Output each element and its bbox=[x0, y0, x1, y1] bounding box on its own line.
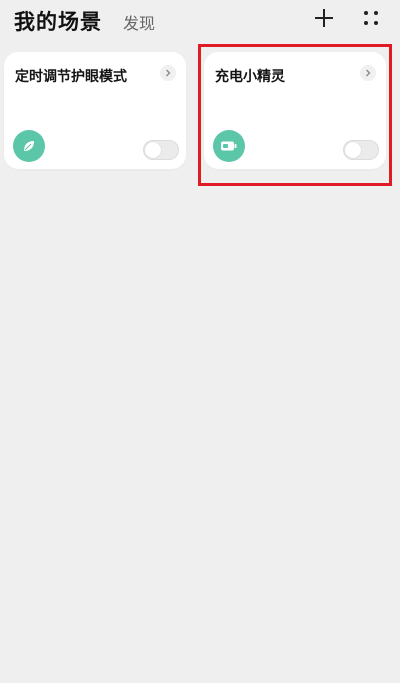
highlight-box bbox=[198, 44, 392, 186]
toggle-knob bbox=[145, 142, 161, 158]
top-bar: 我的场景 发现 bbox=[0, 0, 400, 42]
plus-icon bbox=[315, 9, 333, 27]
leaf-icon bbox=[13, 130, 45, 162]
add-scene-button[interactable] bbox=[310, 4, 338, 32]
page-title: 我的场景 bbox=[14, 10, 102, 34]
tab-discover[interactable]: 发现 bbox=[123, 10, 155, 34]
more-button[interactable] bbox=[357, 4, 385, 32]
scene-card-title: 定时调节护眼模式 bbox=[15, 69, 127, 85]
scene-card-eye-care[interactable]: 定时调节护眼模式 bbox=[4, 52, 186, 169]
scene-toggle[interactable] bbox=[143, 140, 179, 160]
chevron-right-icon[interactable] bbox=[160, 65, 176, 81]
four-dots-icon bbox=[364, 11, 378, 25]
